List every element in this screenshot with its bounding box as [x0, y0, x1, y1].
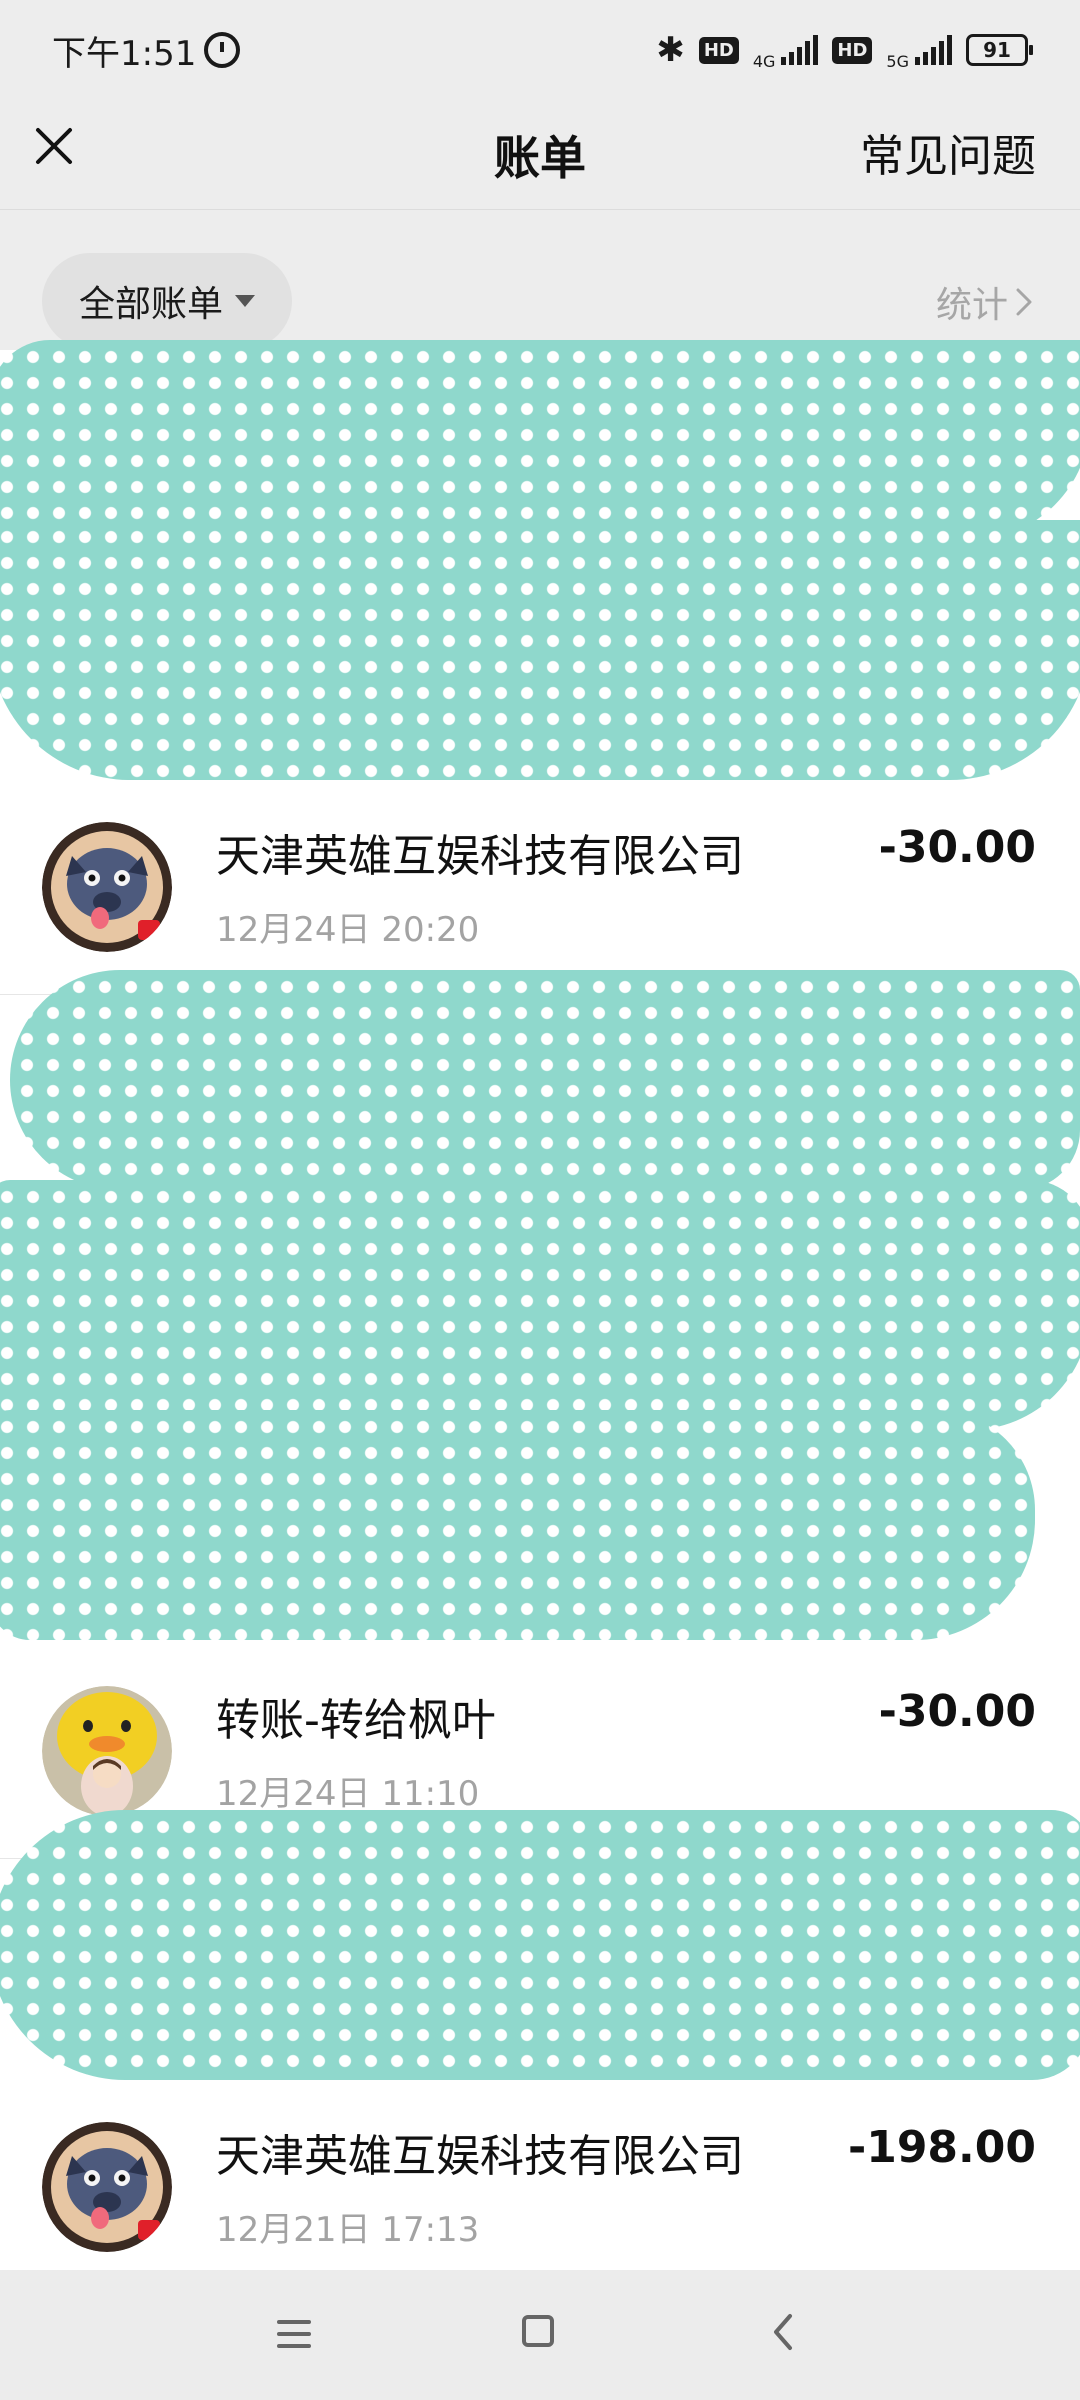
- status-right: ✱ HD 4G HD 5G 91: [656, 30, 1033, 71]
- back-icon[interactable]: [770, 2312, 796, 2352]
- bill-time: 12月24日 20:20: [216, 910, 480, 950]
- redaction-overlay: [10, 970, 1080, 1190]
- redaction-overlay: [0, 520, 1080, 780]
- statistics-label: 统计: [935, 285, 1008, 326]
- avatar: [42, 2122, 172, 2252]
- bill-time: 12月21日 17:13: [216, 2210, 480, 2250]
- status-time: 下午1:51: [52, 33, 197, 74]
- network-type-2: 5G: [886, 51, 909, 71]
- statistics-link[interactable]: 统计: [936, 276, 1036, 328]
- signal-icon-1: [781, 35, 819, 65]
- hd-badge-1: HD: [698, 36, 739, 64]
- bill-row[interactable]: 天津英雄互娱科技有限公司 12月24日 20:20 -30.00: [0, 780, 1080, 995]
- bill-time: 12月24日 11:10: [216, 1774, 480, 1814]
- alarm-icon: [204, 32, 241, 68]
- redaction-overlay: [0, 1810, 1080, 2080]
- home-icon[interactable]: [522, 2315, 554, 2347]
- redaction-overlay: [0, 340, 1080, 540]
- network-type-1: 4G: [752, 51, 776, 71]
- hd-badge-2: HD: [832, 36, 873, 64]
- chevron-right-icon: [1016, 288, 1032, 316]
- battery-level: 91: [983, 38, 1011, 62]
- bill-amount: -30.00: [878, 1686, 1036, 1737]
- system-nav-bar: [0, 2270, 1080, 2400]
- caret-down-icon: [235, 295, 255, 307]
- status-left: 下午1:51: [52, 26, 241, 75]
- page-title: 账单: [494, 130, 586, 185]
- signal-icon-2: [915, 35, 952, 65]
- bill-filter-label: 全部账单: [78, 284, 223, 325]
- redaction-overlay: [0, 1410, 1035, 1640]
- bluetooth-icon: ✱: [656, 30, 685, 70]
- battery-icon: 91: [966, 34, 1033, 66]
- nav-bar: 账单 常见问题: [0, 100, 1080, 210]
- bill-row[interactable]: 天津英雄互娱科技有限公司 12月21日 17:13 -198.00: [0, 2080, 1080, 2295]
- close-icon[interactable]: [30, 122, 78, 170]
- bill-title: 转账-转给枫叶: [216, 1695, 496, 1746]
- bill-list: 天津英雄互娱科技有限公司 12月24日 20:20 -30.00 转账-转给枫叶…: [0, 340, 1080, 2295]
- status-bar: 下午1:51 ✱ HD 4G HD 5G 91: [0, 0, 1080, 100]
- avatar: [42, 822, 172, 952]
- redaction-overlay: [0, 1180, 1080, 1430]
- menu-icon[interactable]: [277, 2318, 311, 2350]
- faq-link[interactable]: 常见问题: [860, 120, 1036, 184]
- bill-amount: -198.00: [847, 2122, 1036, 2173]
- bill-title: 天津英雄互娱科技有限公司: [216, 831, 744, 882]
- avatar: [42, 1686, 172, 1816]
- bill-amount: -30.00: [878, 822, 1036, 873]
- bill-filter-dropdown[interactable]: 全部账单: [42, 253, 292, 349]
- bill-title: 天津英雄互娱科技有限公司: [216, 2131, 744, 2182]
